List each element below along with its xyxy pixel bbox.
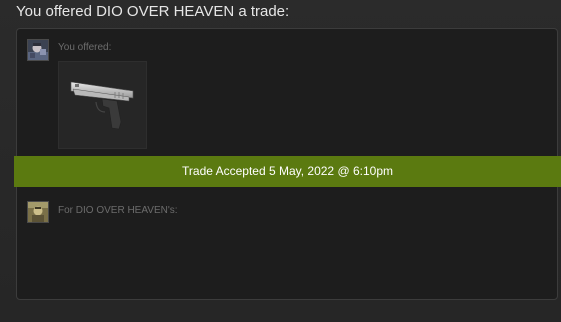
you-offered-label: You offered:: [58, 42, 112, 53]
trade-offer-page: You offered DIO OVER HEAVEN a trade: You…: [0, 0, 561, 322]
trade-accepted-banner: Trade Accepted 5 May, 2022 @ 6:10pm: [14, 156, 561, 187]
pistol-item-icon: [70, 81, 134, 130]
partner-avatar-image: [28, 202, 48, 222]
user-avatar-image: [28, 40, 48, 60]
user-avatar[interactable]: [27, 39, 49, 61]
offered-item-slot[interactable]: [58, 61, 147, 149]
trade-heading: You offered DIO OVER HEAVEN a trade:: [16, 3, 290, 20]
for-partner-label: For DIO OVER HEAVEN's:: [58, 205, 178, 216]
partner-avatar[interactable]: [27, 201, 49, 223]
